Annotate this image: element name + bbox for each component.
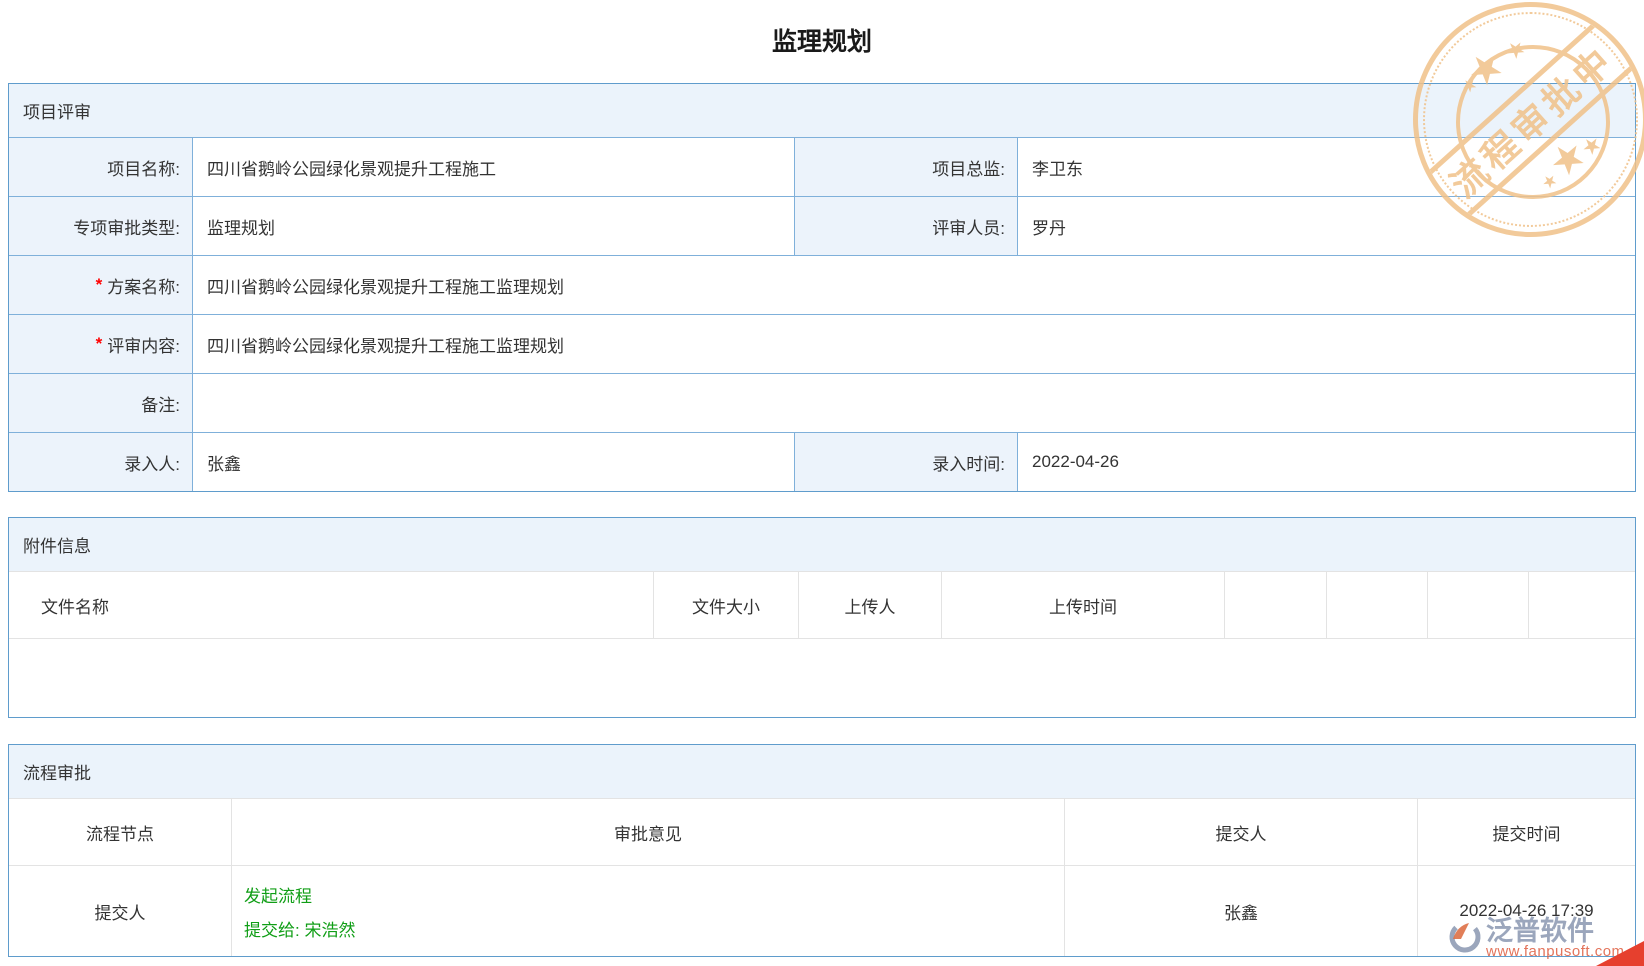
col-header-file-size: 文件大小 — [654, 572, 798, 638]
col-header-uploader: 上传人 — [799, 572, 941, 638]
attachments-empty-body — [9, 639, 1635, 717]
attachments-panel: 附件信息 文件名称 文件大小 上传人 上传时间 — [8, 517, 1636, 718]
section-header-workflow: 流程审批 — [9, 745, 1635, 799]
reviewer-value: 罗丹 — [1018, 197, 1635, 255]
col-header-upload-time: 上传时间 — [942, 572, 1224, 638]
chief-supervisor-label: 项目总监: — [795, 138, 1017, 196]
chief-supervisor-value: 李卫东 — [1018, 138, 1635, 196]
page-title: 监理规划 — [0, 0, 1644, 56]
workflow-table: 流程节点 审批意见 提交人 提交时间 提交人 发起流程 提交给: 宋浩然 张鑫 … — [9, 799, 1635, 956]
approval-type-label: 专项审批类型: — [9, 197, 192, 255]
review-content-label: * 评审内容: — [9, 315, 192, 373]
corner-ribbon-icon — [1596, 941, 1644, 966]
col-header-submitter: 提交人 — [1065, 799, 1417, 865]
col-header-empty-3 — [1428, 572, 1528, 638]
review-content-value: 四川省鹅岭公园绿化景观提升工程施工监理规划 — [193, 315, 1635, 373]
project-review-grid: 项目名称: 四川省鹅岭公园绿化景观提升工程施工 项目总监: 李卫东 专项审批类型… — [9, 138, 1635, 491]
entry-time-label: 录入时间: — [795, 433, 1017, 491]
workflow-panel: 流程审批 流程节点 审批意见 提交人 提交时间 提交人 发起流程 提交给: 宋浩… — [8, 744, 1636, 957]
col-header-empty-1 — [1225, 572, 1326, 638]
remarks-value — [193, 374, 1635, 432]
page: 监理规划 项目评审 项目名称: 四川省鹅岭公园绿化景观提升工程施工 项目总监: … — [0, 0, 1644, 966]
entry-time-value: 2022-04-26 — [1018, 433, 1635, 491]
entry-person-value: 张鑫 — [193, 433, 794, 491]
approval-type-value: 监理规划 — [193, 197, 794, 255]
opinion-submitted-to: 提交给: 宋浩然 — [244, 916, 355, 941]
workflow-row-submitter: 张鑫 — [1065, 866, 1417, 956]
col-header-flow-node: 流程节点 — [9, 799, 231, 865]
project-name-label: 项目名称: — [9, 138, 192, 196]
col-header-empty-4 — [1529, 572, 1635, 638]
entry-person-label: 录入人: — [9, 433, 192, 491]
required-asterisk: * — [96, 275, 103, 295]
workflow-row-node: 提交人 — [9, 866, 231, 956]
section-header-project-review: 项目评审 — [9, 84, 1635, 138]
project-review-panel: 项目评审 项目名称: 四川省鹅岭公园绿化景观提升工程施工 项目总监: 李卫东 专… — [8, 83, 1636, 492]
required-asterisk: * — [96, 334, 103, 354]
attachments-table: 文件名称 文件大小 上传人 上传时间 — [9, 572, 1635, 717]
col-header-file-name: 文件名称 — [9, 572, 653, 638]
plan-name-label: * 方案名称: — [9, 256, 192, 314]
col-header-empty-2 — [1327, 572, 1427, 638]
section-header-attachments: 附件信息 — [9, 518, 1635, 572]
workflow-row-opinion: 发起流程 提交给: 宋浩然 — [232, 866, 1064, 956]
remarks-label: 备注: — [9, 374, 192, 432]
col-header-submit-time: 提交时间 — [1418, 799, 1635, 865]
col-header-approval-opinion: 审批意见 — [232, 799, 1064, 865]
project-name-value: 四川省鹅岭公园绿化景观提升工程施工 — [193, 138, 794, 196]
opinion-start-flow: 发起流程 — [244, 882, 312, 907]
reviewer-label: 评审人员: — [795, 197, 1017, 255]
plan-name-value: 四川省鹅岭公园绿化景观提升工程施工监理规划 — [193, 256, 1635, 314]
